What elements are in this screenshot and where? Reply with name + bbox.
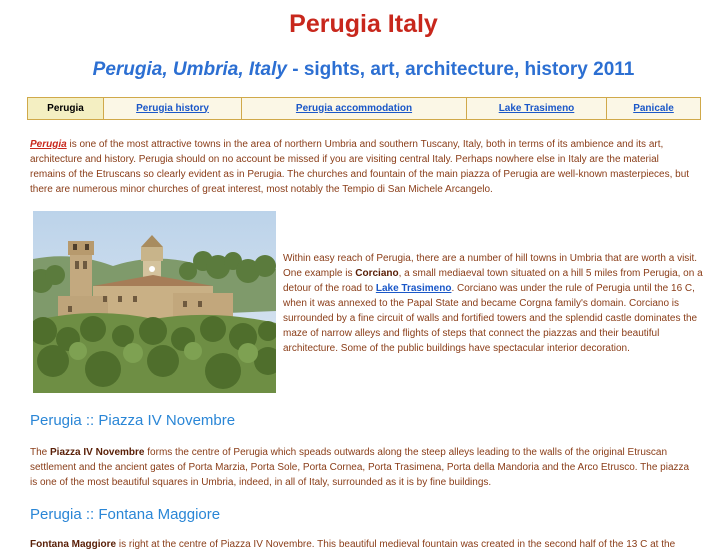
corciano-photo (33, 211, 276, 393)
piazza-name: Piazza IV Novembre (50, 447, 145, 458)
heading-piazza: Perugia :: Piazza IV Novembre (30, 412, 236, 429)
nav-link-panicale[interactable]: Panicale (633, 103, 674, 114)
lake-trasimeno-link[interactable]: Lake Trasimeno (376, 283, 452, 294)
heading-fontana: Perugia :: Fontana Maggiore (30, 506, 221, 523)
nav-link-perugia-accommodation[interactable]: Perugia accommodation (296, 103, 412, 114)
subtitle-location: Perugia, Umbria, Italy (92, 59, 287, 80)
nav-item-perugia-accommodation[interactable]: Perugia accommodation (241, 97, 467, 120)
corciano-paragraph: Within easy reach of Perugia, there are … (283, 251, 703, 356)
nav-item-perugia-history[interactable]: Perugia history (103, 97, 242, 120)
page-title: Perugia Italy (289, 10, 438, 38)
corciano-photo-image (33, 211, 276, 393)
subtitle-topics: - sights, art, architecture, history 201… (286, 59, 635, 80)
nav-item-panicale[interactable]: Panicale (606, 97, 701, 120)
nav-link-lake-trasimeno[interactable]: Lake Trasimeno (499, 103, 575, 114)
nav-item-lake-trasimeno[interactable]: Lake Trasimeno (466, 97, 607, 120)
piazza-text-1: The (30, 447, 51, 458)
intro-perugia-link[interactable]: Perugia (30, 139, 67, 150)
piazza-paragraph: The Piazza IV Novembre forms the centre … (30, 445, 695, 490)
corciano-town-name: Corciano (355, 268, 399, 279)
intro-paragraph: Perugia is one of the most attractive to… (30, 137, 695, 197)
nav-bar: Perugia Perugia history Perugia accommod… (27, 97, 701, 120)
intro-text: is one of the most attractive towns in t… (30, 139, 690, 195)
page-subtitle: Perugia, Umbria, Italy - sights, art, ar… (0, 58, 727, 82)
nav-link-perugia-history[interactable]: Perugia history (136, 103, 209, 114)
nav-item-perugia: Perugia (27, 97, 104, 120)
